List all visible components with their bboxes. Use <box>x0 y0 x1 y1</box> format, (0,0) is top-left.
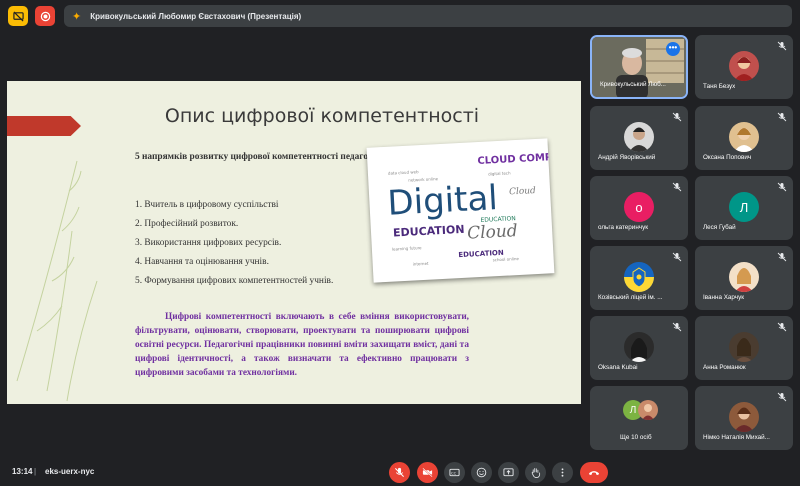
present-off-icon <box>12 10 24 22</box>
more-vert-icon <box>561 468 564 477</box>
mic-off-icon <box>672 322 682 332</box>
participant-avatar <box>729 332 759 362</box>
mic-off-icon <box>777 182 787 192</box>
mic-off-icon <box>777 252 787 262</box>
raise-hand-button[interactable] <box>525 462 546 483</box>
group-avatar-photo <box>638 400 658 420</box>
participant-avatar: о <box>624 192 654 222</box>
stop-presenting-button[interactable] <box>8 6 28 26</box>
participant-initial: Л <box>739 199 749 215</box>
wordcloud-word: Cloud <box>467 221 519 244</box>
slide-list-item: 3. Використання цифрових ресурсів. <box>135 238 282 248</box>
more-options-icon[interactable]: ••• <box>666 42 680 56</box>
participant-name: ольга катеринчук <box>598 224 648 231</box>
slide-list-item: 4. Навчання та оцінювання учнів. <box>135 257 269 267</box>
mic-off-icon <box>777 112 787 122</box>
participant-name: Леся Губай <box>703 224 736 231</box>
presentation-icon: ✦ <box>72 10 82 23</box>
participant-tile[interactable]: Оксана Попович <box>695 106 793 170</box>
mic-off-icon <box>777 41 787 51</box>
participant-name: Козівський ліцей ім. ... <box>598 294 663 301</box>
participant-initial: о <box>635 199 643 215</box>
svg-text:digital tech: digital tech <box>488 170 511 176</box>
participant-avatar <box>729 122 759 152</box>
school-emblem-avatar <box>624 262 654 292</box>
participant-name: Oksana Kubai <box>598 364 638 371</box>
leave-call-button[interactable] <box>580 462 608 483</box>
svg-text:CC: CC <box>451 471 457 475</box>
slide-list-item: 2. Професійний розвиток. <box>135 219 239 229</box>
wordcloud-word: Cloud <box>509 186 536 197</box>
emoji-reaction-button[interactable] <box>471 462 492 483</box>
participant-avatar: Л <box>729 192 759 222</box>
present-screen-button[interactable] <box>498 462 519 483</box>
participant-tile[interactable]: Анна Романюк <box>695 316 793 380</box>
camera-toggle-button[interactable] <box>417 462 438 483</box>
wordcloud-word: CLOUD COMPUTING <box>477 150 554 167</box>
participant-name: Іванна Харчук <box>703 294 744 301</box>
digital-word-cloud-image: CLOUD COMPUTING Digital EDUCATION Cloud … <box>366 138 581 283</box>
svg-text:learning future: learning future <box>392 245 422 252</box>
record-icon <box>40 11 50 21</box>
participant-name: Таня Безух <box>703 83 736 90</box>
participant-name: Анна Романюк <box>703 364 746 371</box>
separator: | <box>34 467 37 476</box>
participant-initial: Л <box>629 404 637 416</box>
participant-tile[interactable]: Oksana Kubai <box>590 316 688 380</box>
participant-tile-presenter[interactable]: ••• Кривокульський Люб... <box>590 35 688 99</box>
mic-off-icon <box>777 392 787 402</box>
meeting-code: eks-uerx-nyc <box>45 467 95 476</box>
svg-text:internet: internet <box>413 261 429 267</box>
participant-avatar <box>729 262 759 292</box>
top-bar: ✦ Кривокульський Любомир Євстахович (Пре… <box>0 0 800 32</box>
participant-tile[interactable]: Іванна Харчук <box>695 246 793 310</box>
presentation-title: Кривокульський Любомир Євстахович (Презе… <box>90 11 302 21</box>
slide-paragraph: Цифрові компетентності включають в себе … <box>135 312 469 378</box>
participant-tile[interactable]: Козівський ліцей ім. ... <box>590 246 688 310</box>
presentation-title-bar[interactable]: ✦ Кривокульський Любомир Євстахович (Пре… <box>64 5 792 27</box>
participant-name: Оксана Попович <box>703 154 752 161</box>
mic-off-icon <box>777 322 787 332</box>
participant-tile[interactable]: о ольга катеринчук <box>590 176 688 240</box>
participant-tile[interactable]: Андрій Яворівський <box>590 106 688 170</box>
svg-text:school online: school online <box>492 256 519 262</box>
participant-avatar <box>729 51 759 81</box>
captions-icon: CC <box>449 468 460 477</box>
slide-list-item: 5. Формування цифрових компетентностей у… <box>135 276 334 286</box>
wordcloud-word: EDUCATION <box>393 223 465 240</box>
slide-list-item: 1. Вчитель в цифровому суспільстві <box>135 200 279 210</box>
mic-off-icon <box>672 252 682 262</box>
participant-name: Кривокульський Люб... <box>600 81 666 88</box>
participant-avatar <box>624 332 654 362</box>
participant-name: Німко Наталія Михай... <box>703 434 770 441</box>
participant-name: Андрій Яворівський <box>598 154 656 161</box>
bottom-bar: 13:14 | eks-uerx-nyc CC <box>0 456 800 486</box>
present-icon <box>503 468 514 477</box>
captions-button[interactable]: CC <box>444 462 465 483</box>
participant-avatar <box>729 402 759 432</box>
more-participants-label: Ще 10 осіб <box>620 434 652 441</box>
mic-off-icon <box>672 112 682 122</box>
more-options-button[interactable] <box>552 462 573 483</box>
meeting-time: 13:14 <box>12 467 33 476</box>
microphone-toggle-button[interactable] <box>389 462 410 483</box>
slide-title: Опис цифрової компетентності <box>164 105 480 127</box>
participant-tile[interactable]: Л Леся Губай <box>695 176 793 240</box>
slide-list: 1. Вчитель в цифровому суспільстві 2. Пр… <box>135 200 333 295</box>
hang-up-icon <box>588 471 600 476</box>
mic-off-icon <box>394 467 405 478</box>
svg-text:data cloud web: data cloud web <box>388 169 419 176</box>
presentation-slide: Опис цифрової компетентності 5 напрямків… <box>7 81 581 404</box>
hand-icon <box>531 467 541 478</box>
recording-button[interactable] <box>35 6 55 26</box>
mic-off-icon <box>672 182 682 192</box>
camera-off-icon <box>422 467 433 478</box>
emoji-icon <box>476 467 487 478</box>
participant-tile[interactable]: Німко Наталія Михай... <box>695 386 793 450</box>
more-participants-tile[interactable]: Л Ще 10 осіб <box>590 386 688 450</box>
participant-avatar <box>624 122 654 152</box>
participant-tile[interactable]: Таня Безух <box>695 35 793 99</box>
